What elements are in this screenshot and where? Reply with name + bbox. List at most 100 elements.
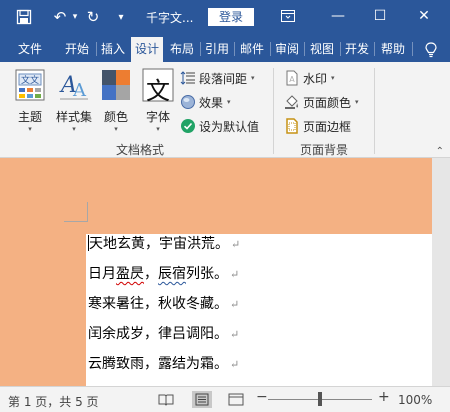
tab-view[interactable]: 视图 bbox=[305, 37, 339, 62]
ribbon: 文文 主题 ▾ A A 样式集 ▾ 颜色 ▾ 文 字体 ▾ 段落间距 ▾ 效果 … bbox=[0, 62, 450, 158]
document-page[interactable]: 天地玄黄，宇宙洪荒。 ↵ 日月盈昃，辰宿列张。 ↵ 寒来暑往，秋收冬藏。 ↵ 闰余成岁… bbox=[0, 158, 432, 386]
document-line-4[interactable]: 闰余成岁，律吕调阳。 ↵ bbox=[88, 323, 239, 345]
tab-layout[interactable]: 布局 bbox=[165, 37, 199, 62]
login-button[interactable]: 登录 bbox=[208, 8, 254, 26]
set-as-default-label: 设为默认值 bbox=[199, 119, 260, 134]
redo-button[interactable]: ↻ bbox=[82, 6, 104, 28]
save-icon[interactable] bbox=[12, 6, 36, 28]
tab-separator bbox=[412, 42, 413, 56]
page-borders-label: 页面边框 bbox=[303, 119, 352, 134]
print-layout-icon bbox=[195, 393, 209, 406]
undo-button[interactable]: ↶ bbox=[48, 6, 72, 28]
tab-mailings[interactable]: 邮件 bbox=[235, 37, 269, 62]
tab-separator bbox=[374, 42, 375, 56]
collapse-ribbon-button[interactable]: ⌃ bbox=[436, 146, 444, 157]
page-color-button[interactable]: 页面颜色 ▾ bbox=[284, 92, 359, 112]
line-1-text: 天地玄黄，宇宙洪荒。 bbox=[89, 236, 229, 252]
title-bar: ↶ ▾ ↻ ▾ 千字文... 登录 — ☐ ✕ bbox=[0, 0, 450, 34]
document-area[interactable]: 天地玄黄，宇宙洪荒。 ↵ 日月盈昃，辰宿列张。 ↵ 寒来暑往，秋收冬藏。 ↵ 闰余成岁… bbox=[0, 158, 450, 386]
group-separator bbox=[273, 68, 274, 154]
lightbulb-icon bbox=[425, 42, 437, 58]
line-2-part-4: 辰宿 bbox=[158, 266, 186, 282]
ribbon-display-options-button[interactable] bbox=[270, 4, 306, 28]
tab-home[interactable]: 开始 bbox=[60, 37, 94, 62]
paint-bucket-icon bbox=[285, 95, 298, 109]
zoom-in-button[interactable]: + bbox=[378, 389, 390, 405]
document-line-5[interactable]: 云腾致雨，露结为霜。 ↵ bbox=[88, 353, 239, 375]
watermark-icon: A bbox=[286, 70, 298, 86]
chevron-down-icon: ▾ bbox=[227, 98, 231, 106]
line-2-part-5: 列张。 bbox=[186, 266, 228, 282]
line-4-text: 闰余成岁，律吕调阳。 bbox=[88, 326, 228, 342]
chevron-down-icon: ▾ bbox=[251, 74, 255, 82]
maximize-icon: ☐ bbox=[373, 8, 387, 24]
set-as-default-button[interactable]: 设为默认值 bbox=[180, 116, 259, 136]
undo-icon: ↶ bbox=[53, 8, 67, 26]
chevron-down-icon: ▾ bbox=[118, 11, 124, 23]
tab-file[interactable]: 文件 bbox=[12, 37, 48, 62]
web-layout-button[interactable] bbox=[226, 391, 246, 408]
fonts-button[interactable]: 文 字体 ▾ bbox=[138, 68, 178, 138]
customize-quick-access-button[interactable]: ▾ bbox=[114, 6, 128, 28]
effects-button[interactable]: 效果 ▾ bbox=[180, 92, 231, 112]
tab-references[interactable]: 引用 bbox=[201, 37, 233, 62]
margin-corner-mark bbox=[64, 202, 88, 222]
tell-me-button[interactable] bbox=[420, 37, 442, 62]
tab-developer[interactable]: 开发 bbox=[341, 37, 373, 62]
read-mode-button[interactable] bbox=[156, 391, 176, 408]
page-count[interactable]: 第 1 页，共 5 页 bbox=[8, 393, 99, 410]
print-layout-button[interactable] bbox=[192, 391, 212, 408]
save-icon-graphic bbox=[16, 9, 32, 25]
chevron-down-icon: ▾ bbox=[28, 125, 32, 133]
maximize-button[interactable]: ☐ bbox=[362, 4, 398, 28]
tab-review[interactable]: 审阅 bbox=[271, 37, 303, 62]
chevron-down-icon: ▾ bbox=[72, 12, 78, 22]
fonts-icon-glyph: 文 bbox=[146, 77, 170, 105]
document-line-1[interactable]: 天地玄黄，宇宙洪荒。 ↵ bbox=[88, 233, 240, 255]
page-borders-button[interactable]: 页面边框 bbox=[284, 116, 351, 136]
document-line-2[interactable]: 日月盈昃，辰宿列张。 ↵ bbox=[88, 263, 239, 285]
tab-design[interactable]: 设计 bbox=[131, 37, 163, 62]
paragraph-spacing-button[interactable]: 段落间距 ▾ bbox=[180, 68, 255, 88]
page-color-label: 页面颜色 bbox=[303, 95, 352, 110]
chevron-down-icon: ▾ bbox=[114, 125, 118, 133]
tab-insert[interactable]: 插入 bbox=[97, 37, 129, 62]
style-set-label: 样式集 bbox=[55, 110, 92, 124]
close-button[interactable]: ✕ bbox=[406, 4, 442, 28]
style-set-button[interactable]: A A 样式集 ▾ bbox=[52, 68, 96, 138]
zoom-level[interactable]: 100% bbox=[398, 393, 432, 407]
zoom-slider-thumb[interactable] bbox=[318, 392, 322, 406]
page-color-fill-top bbox=[0, 158, 432, 234]
line-2-part-3: ， bbox=[144, 266, 158, 282]
theme-icon: 文文 bbox=[15, 69, 45, 101]
chevron-down-icon: ▾ bbox=[331, 74, 335, 82]
read-mode-icon bbox=[158, 394, 174, 406]
line-2-part-2: 盈昃 bbox=[116, 266, 144, 282]
minimize-icon: — bbox=[331, 8, 345, 24]
paragraph-mark-icon: ↵ bbox=[230, 268, 240, 281]
paragraph-mark-icon: ↵ bbox=[230, 328, 240, 341]
document-line-3[interactable]: 寒来暑往，秋收冬藏。 ↵ bbox=[88, 293, 239, 315]
line-5-text: 云腾致雨，露结为霜。 bbox=[88, 356, 228, 372]
colors-button[interactable]: 颜色 ▾ bbox=[96, 68, 136, 138]
minimize-button[interactable]: — bbox=[320, 4, 356, 28]
theme-button[interactable]: 文文 主题 ▾ bbox=[10, 68, 50, 138]
effects-icon bbox=[181, 95, 195, 109]
page-background-group-label: 页面背景 bbox=[299, 143, 348, 157]
undo-dropdown[interactable]: ▾ bbox=[70, 6, 80, 28]
colors-icon bbox=[102, 70, 130, 100]
line-3-text: 寒来暑往，秋收冬藏。 bbox=[88, 296, 228, 312]
vertical-scrollbar[interactable] bbox=[432, 158, 450, 386]
watermark-label: 水印 bbox=[303, 71, 328, 86]
line-2-part-1: 日月 bbox=[88, 266, 116, 282]
watermark-button[interactable]: A 水印 ▾ bbox=[284, 68, 335, 88]
zoom-out-button[interactable]: − bbox=[256, 389, 268, 405]
close-icon: ✕ bbox=[418, 8, 430, 24]
chevron-up-icon: ⌃ bbox=[435, 146, 444, 157]
paragraph-spacing-icon bbox=[180, 71, 195, 85]
page-borders-icon bbox=[286, 118, 298, 134]
checkmark-icon bbox=[181, 119, 195, 133]
page-color-fill-left bbox=[0, 234, 86, 386]
tab-help[interactable]: 帮助 bbox=[376, 37, 410, 62]
group-separator bbox=[374, 68, 375, 154]
